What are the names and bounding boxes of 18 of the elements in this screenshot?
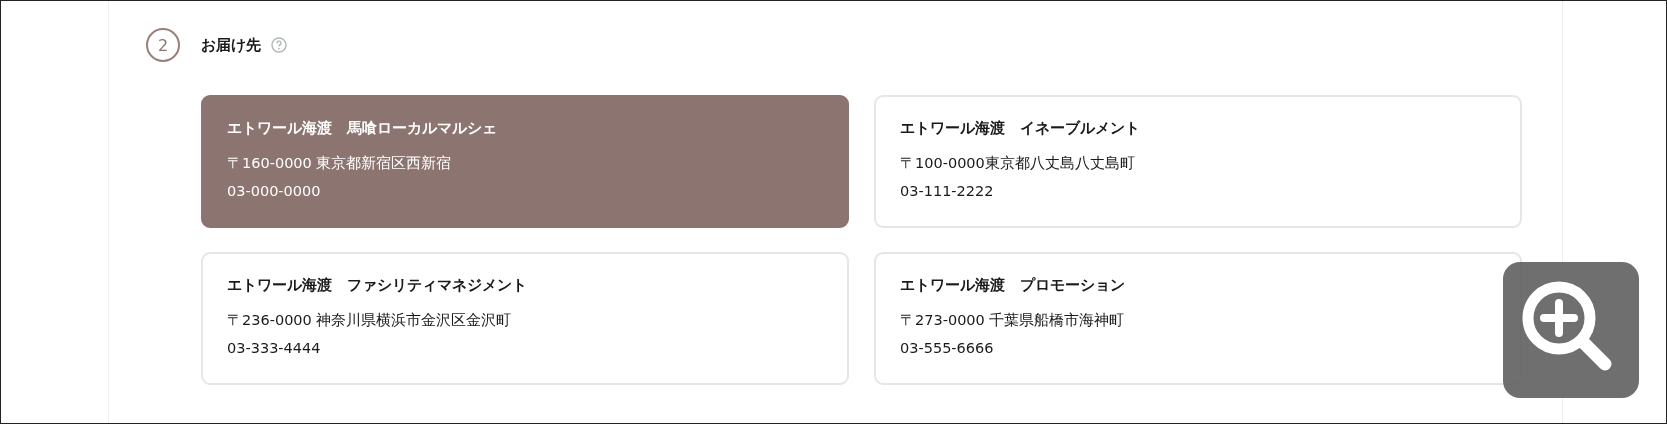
postal-address: 〒273-0000 千葉県船橋市海神町 (900, 311, 1126, 330)
postal-address: 〒236-0000 神奈川県横浜市金沢区金沢町 (227, 311, 513, 330)
address-card[interactable]: エトワール海渡 ファシリティマネジメント 〒236-0000 神奈川県横浜市金沢区金沢町 03-333-4444 (201, 252, 849, 385)
postal-address: 〒100-0000東京都八丈島八丈島町 (900, 154, 1136, 173)
phone-number: 03-000-0000 (227, 182, 322, 201)
phone-number: 03-111-2222 (900, 182, 995, 201)
recipient-name: エトワール海渡 ファシリティマネジメント (227, 275, 528, 296)
step-number: 2 (146, 28, 180, 62)
phone-number: 03-555-6666 (900, 339, 995, 358)
recipient-name: エトワール海渡 プロモーション (900, 275, 1126, 296)
postal-address: 〒160-0000 東京都新宿区西新宿 (227, 154, 453, 173)
zoom-overlay[interactable] (1503, 262, 1639, 398)
phone-number: 03-333-4444 (227, 339, 322, 358)
address-card[interactable]: エトワール海渡 馬喰ローカルマルシェ 〒160-0000 東京都新宿区西新宿 03-000-0000 (201, 95, 849, 228)
address-card[interactable]: エトワール海渡 イネーブルメント 〒100-0000東京都八丈島八丈島町 03-111-2222 (874, 95, 1522, 228)
recipient-name: エトワール海渡 イネーブルメント (900, 118, 1141, 139)
recipient-name: エトワール海渡 馬喰ローカルマルシェ (227, 118, 498, 139)
section-title: お届け先 (201, 35, 261, 55)
